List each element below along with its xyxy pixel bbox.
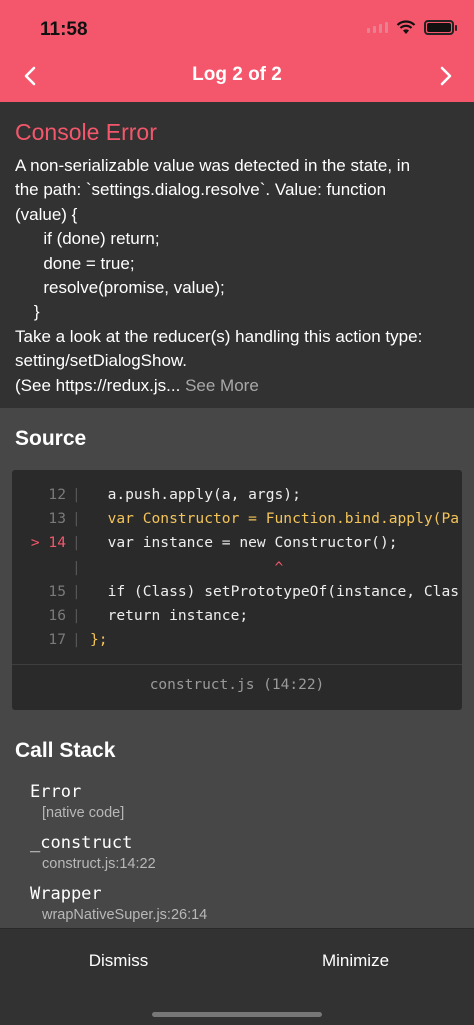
source-code-frame: 12 | a.push.apply(a, args); 13 | var Const… <box>12 470 462 710</box>
next-log-button[interactable] <box>428 60 464 92</box>
divider <box>12 664 462 665</box>
battery-icon <box>424 20 457 35</box>
code-line: 12 | a.push.apply(a, args); <box>12 482 462 506</box>
code-text: var Constructor = Function.bind.apply(Pa <box>90 509 460 527</box>
code-text: return instance; <box>90 607 249 625</box>
code-line-highlighted: > 14 | var instance = new Constructor(); <box>12 531 462 555</box>
home-indicator[interactable] <box>152 1012 322 1017</box>
frame-name: Wrapper <box>30 884 102 904</box>
dismiss-button[interactable]: Dismiss <box>0 951 237 971</box>
header-bar: 11:58 Log 2 of 2 <box>0 0 474 102</box>
frame-name: _construct <box>30 833 133 853</box>
code-line: 16 | return instance; <box>12 603 462 627</box>
see-more-link[interactable]: See More <box>180 376 259 395</box>
wifi-icon <box>396 20 416 34</box>
stack-frame[interactable]: Error [native code] <box>30 782 124 821</box>
frame-name: Error <box>30 782 82 802</box>
bottom-action-bar: Dismiss Minimize <box>0 928 474 1025</box>
error-caret: ^ <box>90 558 284 576</box>
line-number: 16 <box>48 607 66 625</box>
frame-location: construct.js:14:22 <box>42 856 156 872</box>
status-time: 11:58 <box>40 19 88 40</box>
error-message-text: A non-serializable value was detected in… <box>15 156 423 395</box>
frame-location: [native code] <box>42 805 125 821</box>
code-text: if (Class) setPrototypeOf(instance, Clas <box>90 582 460 600</box>
line-number: 12 <box>48 485 66 503</box>
minimize-button[interactable]: Minimize <box>237 951 474 971</box>
code-text: var instance = new Constructor(); <box>90 534 398 552</box>
code-line: 15 | if (Class) setPrototypeOf(instance, … <box>12 579 462 603</box>
error-title: Console Error <box>15 119 157 145</box>
code-text: a.push.apply(a, args); <box>90 485 301 503</box>
line-number: 13 <box>48 509 66 527</box>
status-icons <box>367 20 457 35</box>
source-file-location[interactable]: construct.js (14:22) <box>12 677 462 693</box>
error-message: A non-serializable value was detected in… <box>15 154 459 398</box>
frame-location: wrapNativeSuper.js:26:14 <box>42 907 208 923</box>
error-message-panel: Console Error A non-serializable value w… <box>0 102 474 408</box>
log-counter-title: Log 2 of 2 <box>192 64 282 85</box>
code-text: }; <box>90 631 108 649</box>
line-number: > 14 <box>30 534 66 552</box>
source-heading: Source <box>15 427 87 450</box>
call-stack-heading: Call Stack <box>15 739 116 762</box>
code-line: 13 | var Constructor = Function.bind.appl… <box>12 506 462 530</box>
stack-frame[interactable]: _construct construct.js:14:22 <box>30 833 156 872</box>
stack-frame[interactable]: Wrapper wrapNativeSuper.js:26:14 <box>30 884 207 923</box>
line-number: 17 <box>48 631 66 649</box>
line-number: 15 <box>48 582 66 600</box>
code-line: 17 |}; <box>12 628 462 652</box>
code-line: | ^ <box>72 558 284 576</box>
cellular-signal-icon <box>367 22 388 33</box>
chevron-right-icon <box>440 66 452 86</box>
